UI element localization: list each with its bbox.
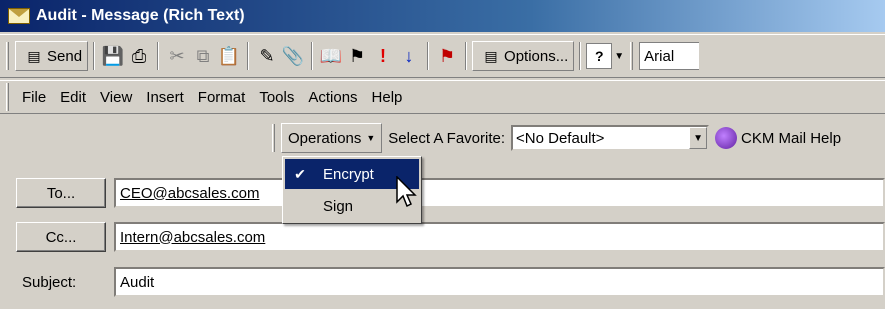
envelope-icon xyxy=(8,8,30,24)
cc-button[interactable]: Cc... xyxy=(16,222,106,252)
ckm-toolbar: Operations ▼ Select A Favorite: <No Defa… xyxy=(272,120,885,156)
operations-label: Operations xyxy=(288,129,362,147)
follow-up-flag-icon[interactable]: ⚑ xyxy=(434,43,460,69)
check-names-icon[interactable]: ✎ xyxy=(254,43,280,69)
flag-icon[interactable]: ⚑ xyxy=(344,43,370,69)
cc-field[interactable]: Intern@abcsales.com xyxy=(114,222,885,252)
standard-toolbar: ▤ Send 💾 ⎙ ✂ ⧉ 📋 ✎ 📎 📖 ⚑ ! ↓ ⚑ ▤ Options… xyxy=(0,34,885,78)
ckm-logo-icon xyxy=(715,127,738,149)
window-title: Audit - Message (Rich Text) xyxy=(36,7,245,24)
favorite-select[interactable]: <No Default> ▼ xyxy=(511,125,710,151)
operations-button[interactable]: Operations ▼ xyxy=(281,123,383,153)
to-row: To... CEO@abcsales.com xyxy=(0,178,885,208)
help-icon[interactable]: ? xyxy=(586,43,613,69)
help-dropdown-icon[interactable]: ▼ xyxy=(614,51,624,62)
sign-label: Sign xyxy=(323,197,354,215)
menu-tools[interactable]: Tools xyxy=(252,89,301,106)
attach-icon[interactable]: 📎 xyxy=(280,43,306,69)
send-button[interactable]: ▤ Send xyxy=(15,41,89,71)
menu-view[interactable]: View xyxy=(93,89,139,106)
high-importance-icon[interactable]: ! xyxy=(370,43,396,69)
print-icon[interactable]: ⎙ xyxy=(126,43,152,69)
to-recipient[interactable]: CEO@abcsales.com xyxy=(120,185,259,202)
subject-label: Subject: xyxy=(22,273,77,291)
favorite-value: <No Default> xyxy=(516,129,605,147)
toolbar-separator xyxy=(93,42,96,70)
chevron-down-icon: ▼ xyxy=(366,133,376,143)
toolbar-grip[interactable] xyxy=(6,42,9,70)
favorite-label: Select A Favorite: xyxy=(388,129,506,147)
menu-grip[interactable] xyxy=(6,83,9,111)
menu-bar: File Edit View Insert Format Tools Actio… xyxy=(0,80,885,114)
to-field[interactable]: CEO@abcsales.com xyxy=(114,178,885,208)
menu-insert[interactable]: Insert xyxy=(139,89,191,106)
menu-file[interactable]: File xyxy=(15,89,53,106)
subject-field[interactable]: Audit xyxy=(114,267,885,297)
send-label: Send xyxy=(47,47,83,65)
cc-row: Cc... Intern@abcsales.com xyxy=(0,222,885,252)
encrypt-label: Encrypt xyxy=(323,165,374,183)
options-icon: ▤ xyxy=(484,47,498,64)
options-button[interactable]: ▤ Options... xyxy=(472,41,575,71)
ckm-help-label: CKM Mail Help xyxy=(741,129,842,147)
cc-recipient[interactable]: Intern@abcsales.com xyxy=(120,229,265,246)
subject-value: Audit xyxy=(120,273,155,291)
paste-icon[interactable]: 📋 xyxy=(216,43,242,69)
toolbar-separator xyxy=(465,42,468,70)
menu-format[interactable]: Format xyxy=(191,89,253,106)
mouse-cursor-icon xyxy=(396,176,417,208)
toolbar-grip[interactable] xyxy=(630,42,634,70)
cut-icon[interactable]: ✂ xyxy=(164,43,190,69)
menu-help[interactable]: Help xyxy=(365,89,410,106)
to-button[interactable]: To... xyxy=(16,178,106,208)
toolbar-separator xyxy=(579,42,582,70)
toolbar-grip[interactable] xyxy=(272,124,275,152)
options-label: Options... xyxy=(504,47,569,65)
menu-actions[interactable]: Actions xyxy=(301,89,364,106)
title-bar: Audit - Message (Rich Text) xyxy=(0,0,885,32)
checkmark-icon: ✔ xyxy=(294,165,306,182)
send-icon: ▤ xyxy=(27,47,41,64)
menu-edit[interactable]: Edit xyxy=(53,89,93,106)
save-icon[interactable]: 💾 xyxy=(100,43,126,69)
ckm-help-button[interactable]: CKM Mail Help xyxy=(715,127,841,149)
chevron-down-icon[interactable]: ▼ xyxy=(689,127,708,149)
toolbar-separator xyxy=(427,42,430,70)
font-name-box[interactable]: Arial xyxy=(639,42,700,70)
subject-row: Subject: Audit xyxy=(0,267,885,297)
low-importance-icon[interactable]: ↓ xyxy=(396,43,422,69)
toolbar-separator xyxy=(311,42,314,70)
copy-icon[interactable]: ⧉ xyxy=(190,43,216,69)
toolbar-separator xyxy=(247,42,250,70)
toolbar-separator xyxy=(157,42,160,70)
address-book-icon[interactable]: 📖 xyxy=(318,43,344,69)
